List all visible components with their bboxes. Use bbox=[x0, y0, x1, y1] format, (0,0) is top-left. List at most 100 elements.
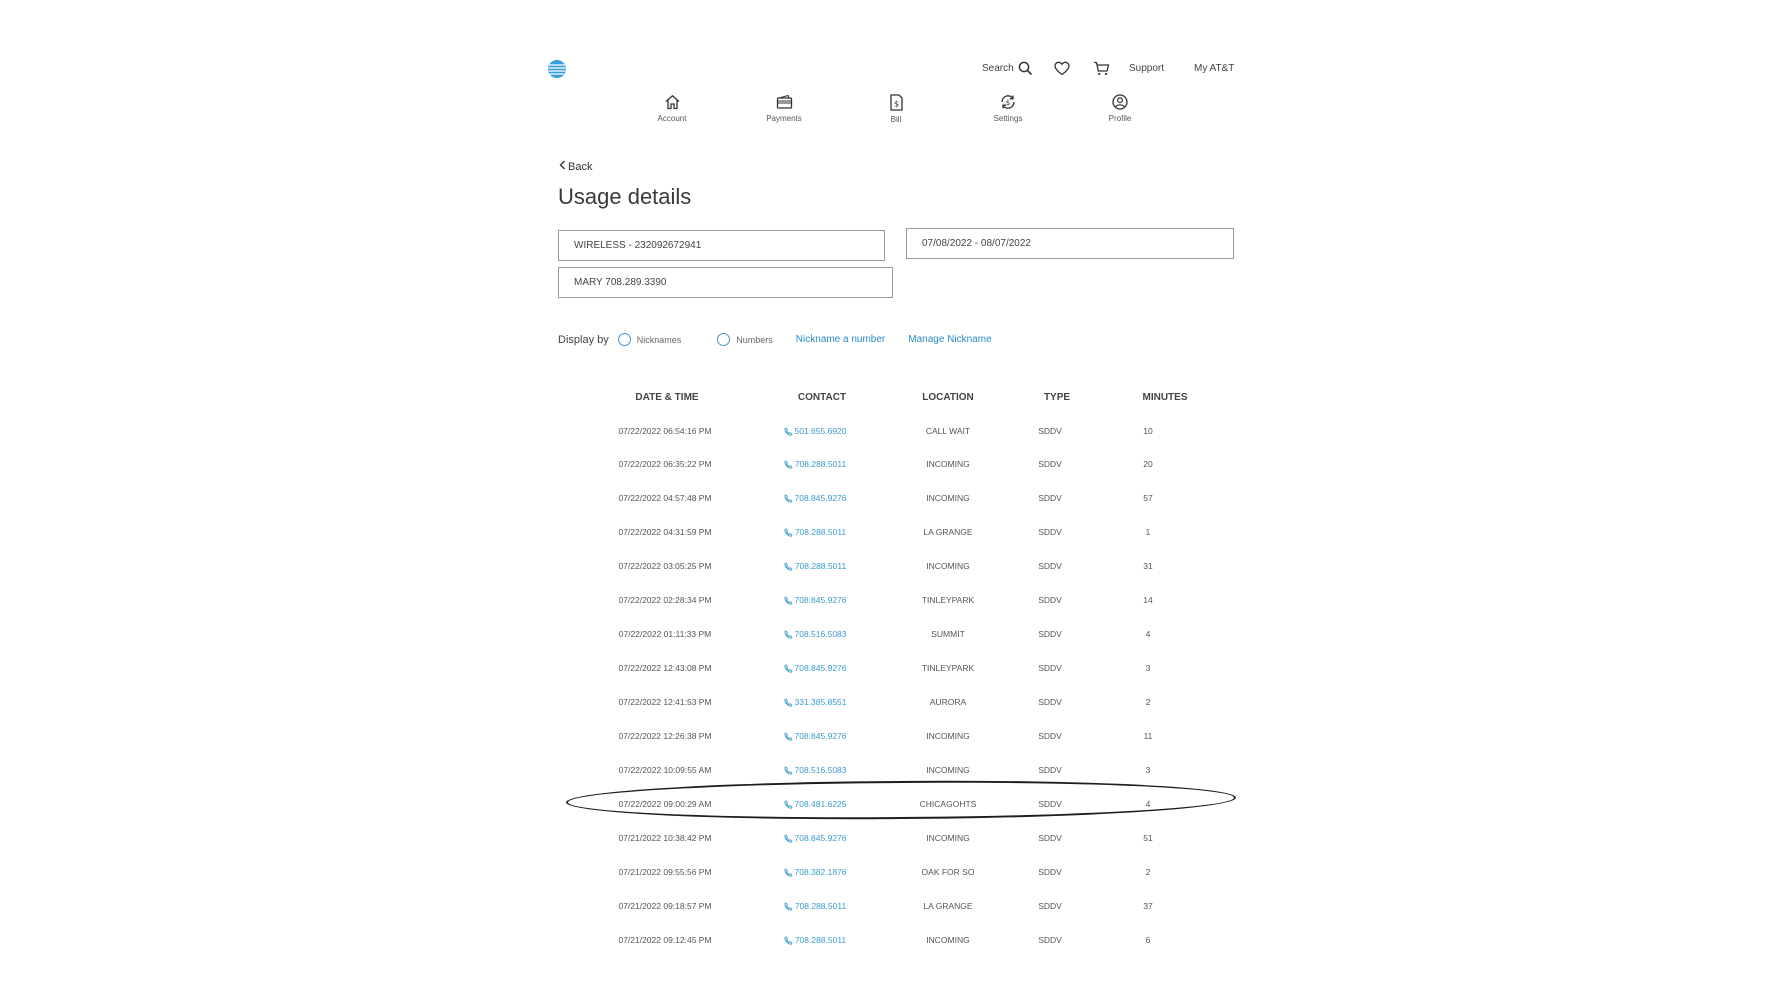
home-icon bbox=[632, 94, 712, 110]
back-link[interactable]: Back bbox=[559, 160, 592, 173]
cell-contact-number: 708.288.5011 bbox=[794, 935, 847, 945]
cell-location: TINLEYPARK bbox=[921, 663, 975, 673]
column-header-date[interactable]: DATE & TIME bbox=[597, 392, 737, 403]
radio-numbers-label: Numbers bbox=[736, 334, 773, 345]
cell-contact[interactable]: 501.655.6920 bbox=[755, 426, 875, 436]
cell-contact[interactable]: 708.288.5011 bbox=[755, 527, 875, 537]
nav-label-payments: Payments bbox=[766, 114, 802, 123]
nickname-number-link[interactable]: Nickname a number bbox=[796, 334, 885, 345]
phone-icon bbox=[783, 868, 793, 877]
cell-minutes: 20 bbox=[1143, 459, 1153, 469]
cell-minutes: 51 bbox=[1143, 833, 1153, 843]
nav-item-profile[interactable]: Profile bbox=[1080, 94, 1160, 123]
cell-location: INCOMING bbox=[926, 833, 970, 843]
search-button[interactable]: Search bbox=[982, 58, 1033, 78]
cell-date: 07/22/2022 01:11:33 PM bbox=[618, 629, 712, 639]
line-select[interactable]: MARY 708.289.3390 bbox=[558, 267, 893, 298]
nav-item-account[interactable]: Account bbox=[632, 94, 712, 123]
table-row: 07/22/2022 12:43:08 PM 708.845.9276 TINL… bbox=[570, 659, 1222, 679]
cell-date: 07/21/2022 10:38:42 PM bbox=[618, 833, 712, 843]
nav-item-bill[interactable]: $ Bill bbox=[856, 94, 936, 124]
cell-type: SDDV bbox=[1038, 595, 1062, 605]
cart-button[interactable] bbox=[1093, 58, 1110, 78]
cell-contact-number: 708.288.5011 bbox=[794, 459, 847, 469]
cell-contact[interactable]: 708.845.9276 bbox=[755, 663, 875, 673]
radio-numbers[interactable] bbox=[717, 333, 731, 346]
display-by-label: Display by bbox=[558, 333, 609, 346]
nav-label-account: Account bbox=[657, 114, 687, 123]
cell-contact-number: 708.845.9276 bbox=[794, 595, 847, 605]
table-row: 07/21/2022 09:12:45 PM 708.288.5011 INCO… bbox=[570, 931, 1222, 951]
nav-item-settings[interactable]: $ Settings bbox=[968, 94, 1048, 123]
phone-icon bbox=[783, 834, 793, 843]
date-range-select[interactable]: 07/08/2022 - 08/07/2022 bbox=[906, 228, 1234, 259]
nav-item-payments[interactable]: Payments bbox=[744, 94, 824, 123]
table-row: 07/22/2022 04:31:59 PM 708.288.5011 LA G… bbox=[570, 523, 1222, 543]
cell-type: SDDV bbox=[1038, 493, 1062, 503]
my-att-label: My AT&T bbox=[1194, 62, 1235, 74]
cell-contact-number: 708.516.5083 bbox=[794, 629, 847, 639]
cell-contact[interactable]: 331.385.8551 bbox=[755, 697, 875, 707]
phone-icon bbox=[784, 936, 793, 945]
phone-icon bbox=[783, 766, 793, 775]
cell-type: SDDV bbox=[1038, 459, 1062, 469]
page-title: Usage details bbox=[558, 184, 692, 209]
cell-location: INCOMING bbox=[926, 765, 970, 775]
cell-contact[interactable]: 708.288.5011 bbox=[755, 561, 875, 571]
att-logo[interactable] bbox=[547, 59, 567, 79]
cell-contact[interactable]: 708.516.5083 bbox=[755, 629, 875, 639]
cell-contact[interactable]: 708.845.9276 bbox=[755, 493, 875, 503]
cell-contact[interactable]: 708.845.9276 bbox=[755, 833, 875, 843]
cell-contact[interactable]: 708.845.9276 bbox=[755, 731, 875, 741]
manage-nickname-link[interactable]: Manage Nickname bbox=[908, 334, 991, 345]
table-row: 07/22/2022 06:35:22 PM 708.288.5011 INCO… bbox=[570, 455, 1222, 475]
cell-contact[interactable]: 708.288.5011 bbox=[755, 459, 875, 469]
cell-type: SDDV bbox=[1038, 833, 1062, 843]
wallet-icon bbox=[744, 94, 824, 110]
cell-location: OAK FOR SO bbox=[921, 867, 975, 877]
cell-type: SDDV bbox=[1038, 901, 1062, 911]
my-att-link[interactable]: My AT&T bbox=[1194, 58, 1234, 78]
cell-contact[interactable]: 708.382.1876 bbox=[755, 867, 875, 877]
phone-icon bbox=[783, 664, 793, 673]
cell-location: INCOMING bbox=[926, 459, 970, 469]
column-header-contact[interactable]: CONTACT bbox=[752, 392, 892, 403]
radio-nicknames[interactable] bbox=[617, 333, 631, 346]
cell-date: 07/22/2022 12:26:38 PM bbox=[618, 731, 712, 741]
cell-location: LA GRANGE bbox=[923, 901, 973, 911]
cell-contact[interactable]: 708.845.9276 bbox=[755, 595, 875, 605]
cell-contact-number: 708.288.5011 bbox=[794, 561, 847, 571]
table-row: 07/21/2022 09:55:56 PM 708.382.1876 OAK … bbox=[570, 863, 1222, 883]
cell-contact-number: 501.655.6920 bbox=[794, 426, 847, 436]
cell-contact-number: 708.516.5083 bbox=[794, 765, 847, 775]
table-row: 07/22/2022 06:54:16 PM 501.655.6920 CALL… bbox=[570, 422, 1222, 442]
phone-icon bbox=[783, 427, 793, 436]
cell-contact[interactable]: 708.288.5011 bbox=[755, 901, 875, 911]
column-header-minutes[interactable]: MINUTES bbox=[1095, 392, 1235, 403]
cell-contact[interactable]: 708.516.5083 bbox=[755, 765, 875, 775]
cell-location: SUMMIT bbox=[931, 629, 965, 639]
cell-minutes: 6 bbox=[1145, 935, 1151, 945]
profile-icon bbox=[1080, 94, 1160, 110]
svg-text:$: $ bbox=[893, 100, 898, 109]
bill-icon: $ bbox=[856, 94, 936, 111]
cell-date: 07/22/2022 12:41:53 PM bbox=[618, 697, 712, 707]
cell-contact[interactable]: 708.288.5011 bbox=[755, 935, 875, 945]
account-select[interactable]: WIRELESS - 232092672941 bbox=[558, 230, 885, 261]
cell-type: SDDV bbox=[1038, 765, 1062, 775]
heart-icon bbox=[1054, 61, 1070, 76]
cell-type: SDDV bbox=[1038, 663, 1062, 673]
cell-minutes: 3 bbox=[1145, 765, 1151, 775]
support-link[interactable]: Support bbox=[1129, 58, 1164, 78]
table-row: 07/21/2022 10:38:42 PM 708.845.9276 INCO… bbox=[570, 829, 1222, 849]
back-label: Back bbox=[568, 160, 593, 173]
cell-location: CALL WAIT bbox=[925, 426, 971, 436]
cell-location: INCOMING bbox=[926, 935, 970, 945]
nav-label-settings: Settings bbox=[993, 114, 1023, 123]
cell-minutes: 1 bbox=[1145, 527, 1151, 537]
cell-date: 07/22/2022 02:28:34 PM bbox=[618, 595, 712, 605]
cell-minutes: 2 bbox=[1145, 697, 1151, 707]
cell-contact-number: 708.288.5011 bbox=[794, 527, 847, 537]
cell-contact-number: 708.845.9276 bbox=[794, 833, 847, 843]
favorites-button[interactable] bbox=[1054, 58, 1070, 78]
